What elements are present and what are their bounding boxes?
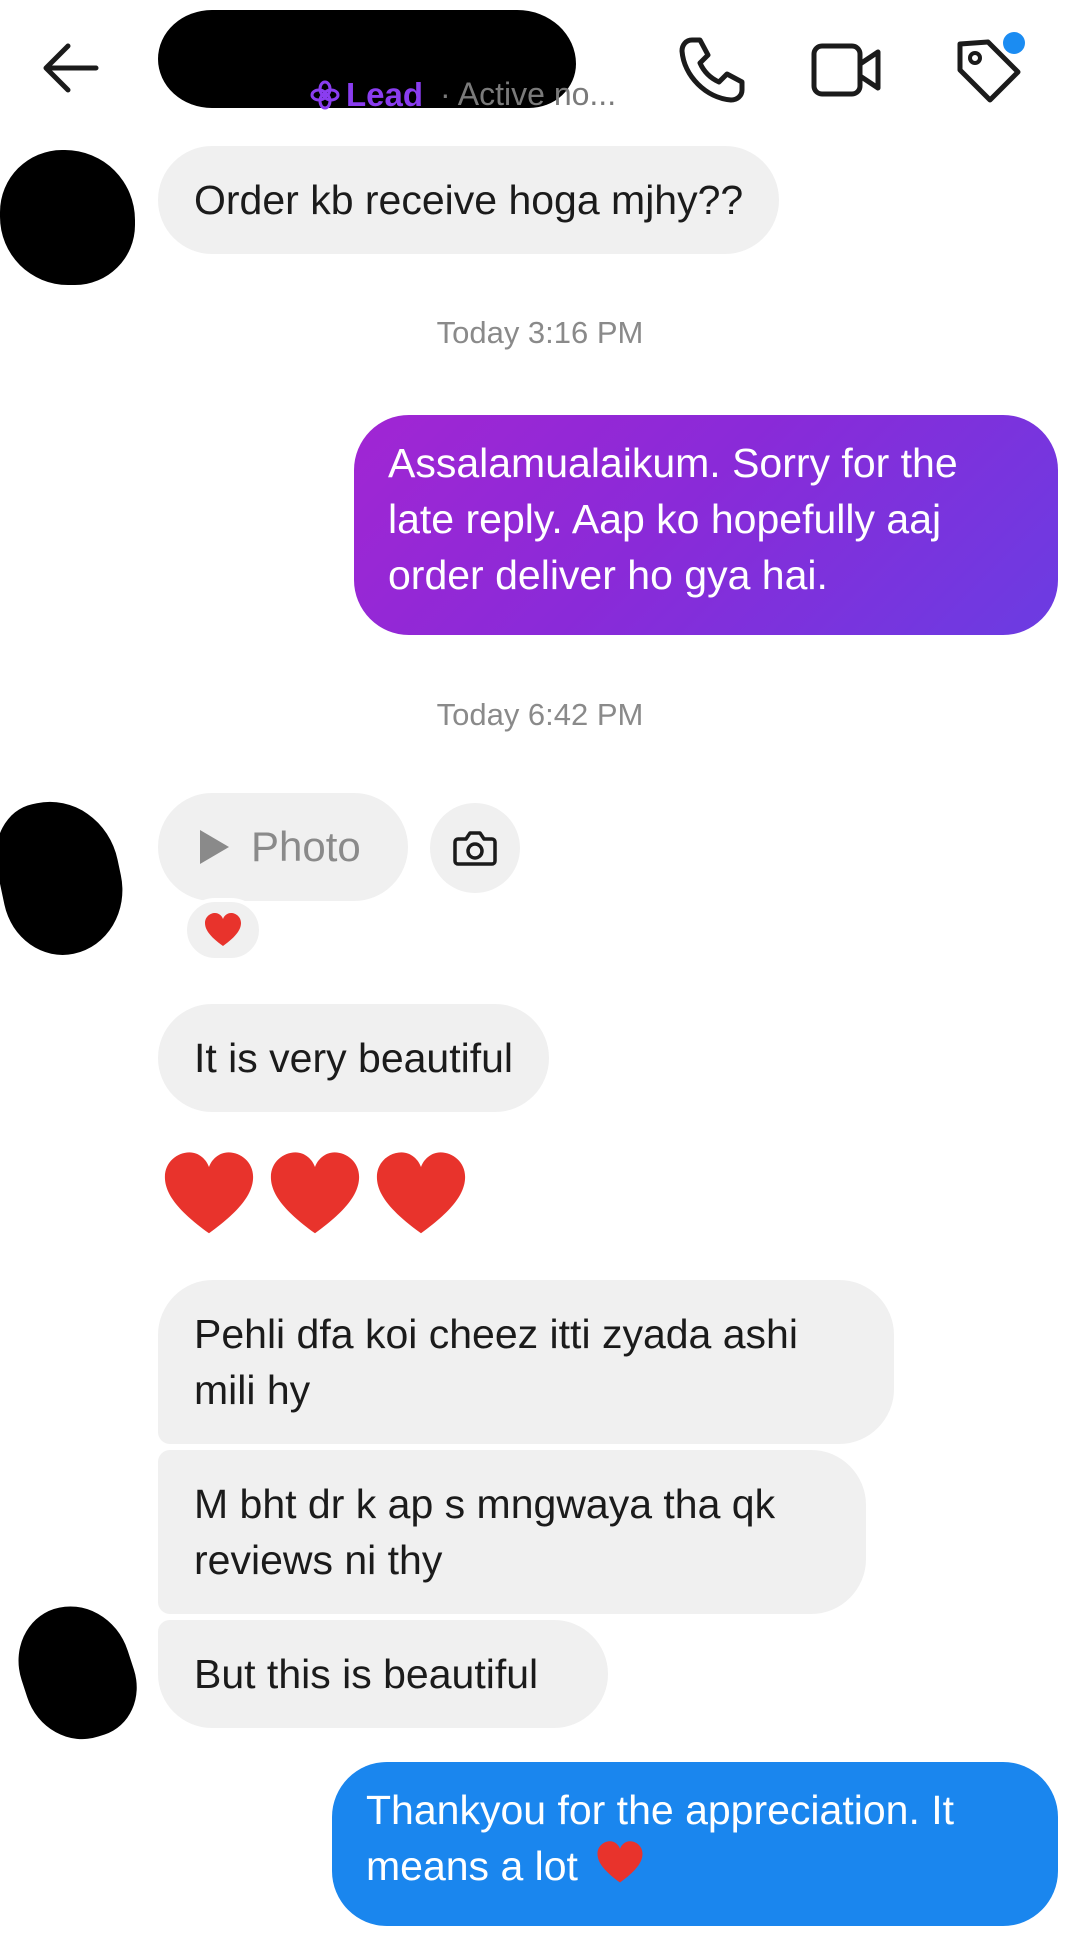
video-camera-icon (811, 43, 881, 97)
message-outgoing[interactable]: Assalamualaikum. Sorry for the late repl… (354, 415, 1058, 635)
photo-attachment[interactable]: Photo (158, 793, 408, 901)
heart-icon (164, 1152, 254, 1234)
active-status: · Active no... (440, 76, 617, 112)
message-incoming[interactable]: Order kb receive hoga mjhy?? (158, 146, 780, 254)
message-incoming[interactable]: Pehli dfa koi cheez itti zyada ashi mili… (158, 1280, 894, 1444)
lead-label[interactable]: Lead (310, 75, 423, 115)
message-incoming[interactable]: M bht dr k ap s mngwaya tha qk reviews n… (158, 1450, 866, 1614)
heart-icon (205, 913, 241, 946)
call-button[interactable] (672, 30, 752, 110)
heart-reaction[interactable] (183, 898, 263, 962)
video-call-button[interactable] (806, 30, 886, 110)
avatar-redacted[interactable] (0, 789, 135, 966)
heart-icon (270, 1152, 360, 1234)
hearts-message[interactable] (160, 1148, 470, 1248)
message-outgoing[interactable]: Thankyou for the appreciation. It means … (332, 1762, 1058, 1926)
timestamp: Today 6:42 PM (436, 697, 644, 732)
tag-notification-dot (1003, 32, 1025, 54)
avatar-redacted[interactable] (3, 1591, 151, 1754)
camera-icon (453, 831, 497, 866)
message-incoming[interactable]: It is very beautiful (158, 1004, 550, 1112)
timestamp: Today 3:16 PM (436, 315, 644, 350)
lead-flower-icon (310, 80, 340, 110)
lead-text: Lead (346, 76, 424, 113)
message-incoming[interactable]: But this is beautiful (158, 1620, 608, 1728)
heart-emoji (595, 1840, 645, 1899)
reply-with-camera-button[interactable] (430, 803, 520, 893)
heart-icon (376, 1152, 466, 1234)
chat-header: Lead · Active no... (0, 0, 1080, 130)
arrow-left-icon (43, 43, 99, 93)
message-text: Thankyou for the appreciation. It means … (366, 1787, 955, 1889)
phone-icon (679, 37, 745, 103)
avatar-redacted[interactable] (0, 150, 135, 285)
play-icon (200, 830, 229, 864)
back-button[interactable] (38, 32, 118, 102)
photo-label: Photo (251, 823, 361, 870)
